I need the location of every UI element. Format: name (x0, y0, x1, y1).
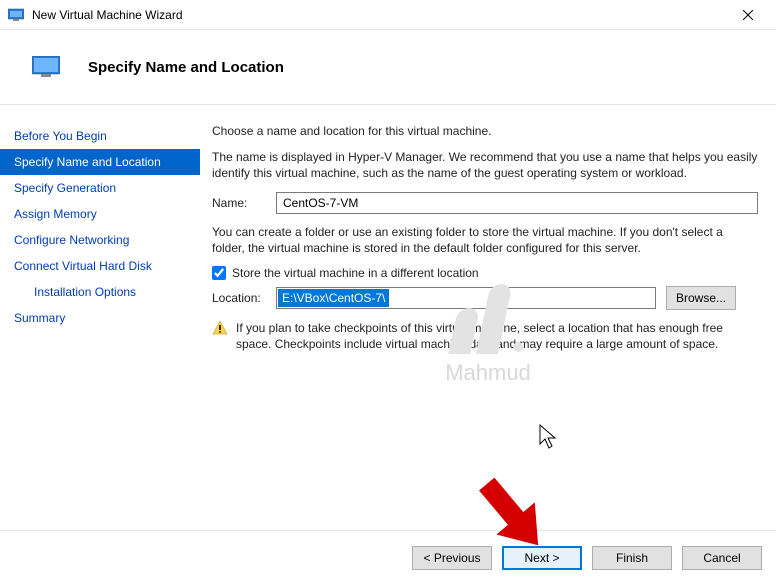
sidebar-step-network[interactable]: Configure Networking (0, 227, 200, 253)
titlebar: New Virtual Machine Wizard (0, 0, 776, 30)
store-checkbox[interactable] (212, 266, 226, 280)
name-row: Name: (212, 192, 758, 214)
monitor-icon (32, 56, 60, 78)
warning-text: If you plan to take checkpoints of this … (236, 320, 758, 352)
previous-button[interactable]: < Previous (412, 546, 492, 570)
name-label: Name: (212, 196, 276, 210)
name-input[interactable] (276, 192, 758, 214)
wizard-footer: < Previous Next > Finish Cancel (0, 530, 776, 584)
page-title: Specify Name and Location (88, 59, 284, 76)
location-value: E:\VBox\CentOS-7\ (278, 289, 389, 307)
cancel-button[interactable]: Cancel (682, 546, 762, 570)
sidebar-step-memory[interactable]: Assign Memory (0, 201, 200, 227)
sidebar-step-name-location[interactable]: Specify Name and Location (0, 149, 200, 175)
location-input[interactable]: E:\VBox\CentOS-7\ (276, 287, 656, 309)
sidebar-step-install[interactable]: Installation Options (0, 279, 200, 305)
wizard-content: Choose a name and location for this virt… (200, 105, 776, 530)
location-desc-text: You can create a folder or use an existi… (212, 224, 758, 256)
warning-row: If you plan to take checkpoints of this … (212, 320, 758, 352)
location-row: Location: E:\VBox\CentOS-7\ Browse... (212, 286, 758, 310)
wizard-header: Specify Name and Location (0, 30, 776, 105)
wizard-body: Before You Begin Specify Name and Locati… (0, 105, 776, 530)
app-icon (8, 7, 24, 23)
close-icon (743, 10, 753, 20)
window-title: New Virtual Machine Wizard (32, 8, 728, 22)
browse-button[interactable]: Browse... (666, 286, 736, 310)
warning-icon (212, 320, 228, 336)
sidebar-step-summary[interactable]: Summary (0, 305, 200, 331)
finish-button[interactable]: Finish (592, 546, 672, 570)
store-checkbox-row: Store the virtual machine in a different… (212, 266, 758, 280)
sidebar-step-before[interactable]: Before You Begin (0, 123, 200, 149)
location-label: Location: (212, 291, 276, 305)
watermark-text: Mahmud (445, 360, 531, 386)
sidebar-step-generation[interactable]: Specify Generation (0, 175, 200, 201)
next-button[interactable]: Next > (502, 546, 582, 570)
wizard-sidebar: Before You Begin Specify Name and Locati… (0, 105, 200, 530)
store-checkbox-label: Store the virtual machine in a different… (232, 266, 479, 280)
name-desc-text: The name is displayed in Hyper-V Manager… (212, 149, 758, 181)
sidebar-step-vhd[interactable]: Connect Virtual Hard Disk (0, 253, 200, 279)
intro-text: Choose a name and location for this virt… (212, 123, 758, 139)
close-button[interactable] (728, 0, 768, 30)
